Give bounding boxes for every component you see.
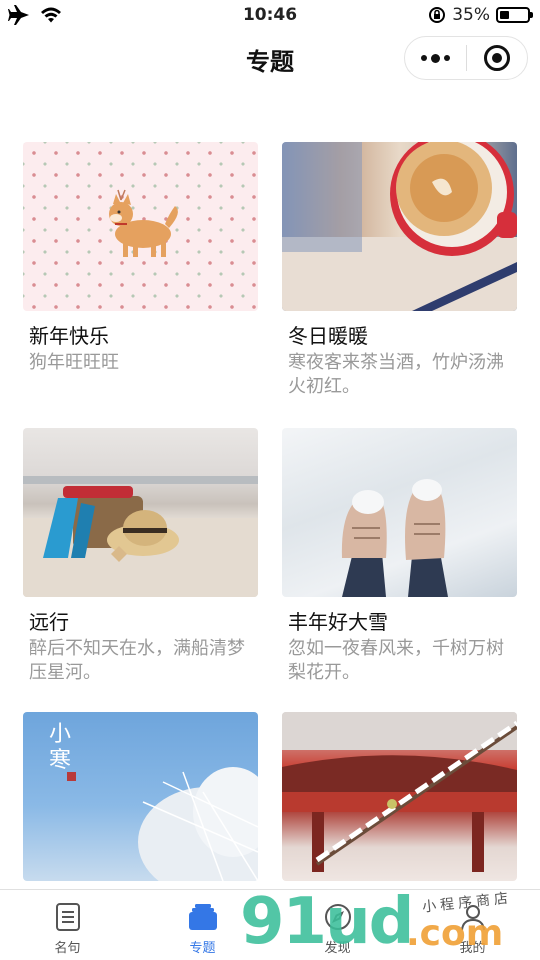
- topic-card[interactable]: 冬日暖暖 寒夜客来茶当酒，竹炉汤沸火初红。: [282, 142, 517, 399]
- coffee-cup-illustration: [282, 142, 517, 311]
- battery-icon: [496, 7, 533, 23]
- topic-image-boots: [282, 428, 517, 597]
- more-dots-icon: [420, 53, 450, 63]
- status-right: 35%: [428, 5, 533, 25]
- more-button[interactable]: [405, 37, 466, 79]
- tab-label: 发现: [324, 941, 351, 956]
- shiba-dog-illustration: [109, 189, 178, 257]
- beach-illustration: [23, 476, 258, 597]
- topic-image-beach: [23, 428, 258, 597]
- document-icon: [55, 903, 80, 931]
- tab-me[interactable]: 我的: [405, 890, 540, 960]
- battery-fill: [500, 11, 509, 19]
- topic-title: 冬日暖暖: [288, 324, 368, 348]
- close-mini-program-button[interactable]: [467, 37, 528, 79]
- person-icon: [460, 905, 485, 931]
- tab-label: 我的: [459, 941, 486, 956]
- topic-card[interactable]: 丰年好大雪 忽如一夜春风来，千树万树梨花开。: [282, 428, 517, 685]
- topic-image-frost-tree: 小寒: [23, 712, 258, 881]
- topic-card[interactable]: [282, 712, 517, 881]
- status-bar: 10:46 35%: [0, 0, 540, 32]
- topic-description: 狗年旺旺旺: [29, 352, 119, 373]
- tab-label: 专题: [189, 941, 216, 956]
- battery-percent: 35%: [452, 5, 490, 25]
- topic-image-coffee: [282, 142, 517, 311]
- topic-description: 寒夜客来茶当酒，竹炉汤沸火初红。: [288, 352, 504, 397]
- topic-card[interactable]: 新年快乐 狗年旺旺旺: [23, 142, 258, 375]
- tab-topics[interactable]: 专题: [135, 890, 270, 960]
- tab-discover[interactable]: 发现: [270, 890, 405, 960]
- tab-bar: 名句 专题 发现 我的: [0, 889, 540, 960]
- mini-program-capsule: [404, 36, 528, 80]
- snowy-branch-illustration: [282, 712, 517, 872]
- compass-icon: [324, 904, 351, 930]
- boots-in-snow-illustration: [341, 479, 448, 597]
- tab-quotes[interactable]: 名句: [0, 890, 135, 960]
- topic-description: 醉后不知天在水，满船清梦压星河。: [29, 638, 245, 683]
- topic-image-shiba: [23, 142, 258, 311]
- topic-title: 远行: [29, 610, 69, 634]
- stack-icon: [188, 904, 217, 930]
- nav-bar: 专题: [0, 32, 540, 86]
- target-icon: [483, 45, 510, 71]
- topic-card[interactable]: 远行 醉后不知天在水，满船清梦压星河。: [23, 428, 258, 685]
- tab-label: 名句: [54, 941, 81, 956]
- topic-title: 新年快乐: [29, 324, 109, 348]
- topic-description: 忽如一夜春风来，千树万树梨花开。: [288, 638, 504, 683]
- topic-image-pavilion: [282, 712, 517, 881]
- rotation-lock-icon: [429, 7, 446, 23]
- overlay-text: 小寒: [49, 722, 72, 773]
- topic-title: 丰年好大雪: [288, 610, 388, 634]
- topic-card[interactable]: 小寒: [23, 712, 258, 881]
